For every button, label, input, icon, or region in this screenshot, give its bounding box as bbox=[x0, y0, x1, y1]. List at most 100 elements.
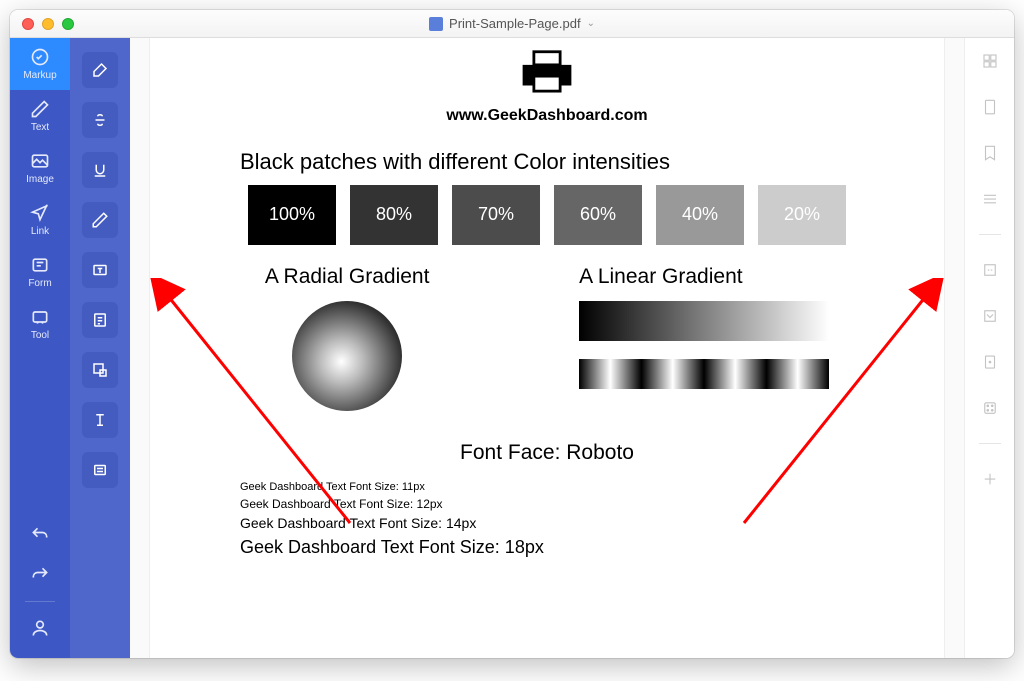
printer-icon bbox=[517, 48, 577, 95]
underline-tool[interactable] bbox=[82, 152, 118, 188]
strikethrough-tool[interactable] bbox=[82, 102, 118, 138]
image-icon bbox=[30, 151, 50, 171]
redo-button[interactable] bbox=[10, 555, 70, 595]
page-content[interactable]: www.GeekDashboard.com Black patches with… bbox=[150, 38, 944, 658]
sidebar-bottom bbox=[10, 515, 70, 658]
textbox-icon bbox=[91, 261, 109, 279]
rail-divider bbox=[979, 443, 1001, 444]
zoom-button[interactable] bbox=[979, 305, 1001, 327]
font-sample-12: Geek Dashboard Text Font Size: 12px bbox=[240, 495, 904, 513]
page-gutter-left bbox=[130, 38, 150, 658]
note-icon bbox=[91, 311, 109, 329]
font-samples: Geek Dashboard Text Font Size: 11px Geek… bbox=[240, 479, 904, 562]
fit-page-button[interactable] bbox=[979, 259, 1001, 281]
form-icon bbox=[30, 255, 50, 275]
fit-icon bbox=[981, 261, 999, 279]
plus-icon bbox=[981, 470, 999, 488]
zoom-icon bbox=[981, 307, 999, 325]
sidebar-primary: Markup Text Image Link Form Tool bbox=[10, 38, 70, 658]
undo-icon bbox=[30, 525, 50, 545]
app-body: Markup Text Image Link Form Tool bbox=[10, 38, 1014, 658]
rotate-icon bbox=[981, 353, 999, 371]
page-icon bbox=[981, 98, 999, 116]
stamp-tool[interactable] bbox=[82, 452, 118, 488]
right-rail bbox=[964, 38, 1014, 658]
font-face-title: Font Face: Roboto bbox=[190, 441, 904, 465]
shape-icon bbox=[91, 361, 109, 379]
gradients-row: A Radial Gradient A Linear Gradient bbox=[190, 265, 904, 411]
menu-icon bbox=[981, 190, 999, 208]
linear-gradient-bar-2 bbox=[579, 359, 829, 389]
radial-gradient-circle bbox=[292, 301, 402, 411]
link-icon bbox=[30, 203, 50, 223]
sidebar-item-tool[interactable]: Tool bbox=[10, 298, 70, 350]
pencil-tool[interactable] bbox=[82, 202, 118, 238]
patch-70: 70% bbox=[452, 185, 540, 245]
add-button[interactable] bbox=[979, 468, 1001, 490]
sidebar-label: Tool bbox=[31, 330, 49, 341]
app-window: Print-Sample-Page.pdf ⌄ Markup Text Imag… bbox=[10, 10, 1014, 658]
thumbnails-button[interactable] bbox=[979, 50, 1001, 72]
divider bbox=[25, 601, 55, 602]
page-url: www.GeekDashboard.com bbox=[190, 107, 904, 125]
font-sample-11: Geek Dashboard Text Font Size: 11px bbox=[240, 479, 904, 496]
dots-icon bbox=[981, 399, 999, 417]
linear-title: A Linear Gradient bbox=[579, 265, 829, 289]
undo-button[interactable] bbox=[10, 515, 70, 555]
patch-60: 60% bbox=[554, 185, 642, 245]
radial-gradient-col: A Radial Gradient bbox=[265, 265, 430, 411]
underline-icon bbox=[91, 161, 109, 179]
font-sample-14: Geek Dashboard Text Font Size: 14px bbox=[240, 513, 904, 534]
patch-80: 80% bbox=[350, 185, 438, 245]
patches-title: Black patches with different Color inten… bbox=[240, 149, 904, 175]
sidebar-label: Form bbox=[28, 278, 51, 289]
more-button[interactable] bbox=[979, 397, 1001, 419]
radial-title: A Radial Gradient bbox=[265, 265, 430, 289]
chevron-down-icon[interactable]: ⌄ bbox=[587, 18, 595, 29]
sidebar-item-image[interactable]: Image bbox=[10, 142, 70, 194]
highlight-icon bbox=[91, 61, 109, 79]
shape-tool[interactable] bbox=[82, 352, 118, 388]
linear-gradient-col: A Linear Gradient bbox=[579, 265, 829, 411]
stamp-icon bbox=[91, 461, 109, 479]
page-gutter-right bbox=[944, 38, 964, 658]
file-icon bbox=[429, 17, 443, 31]
highlight-tool[interactable] bbox=[82, 52, 118, 88]
sidebar-label: Image bbox=[26, 174, 54, 185]
sidebar-item-link[interactable]: Link bbox=[10, 194, 70, 246]
sidebar-item-markup[interactable]: Markup bbox=[10, 38, 70, 90]
markup-icon bbox=[30, 47, 50, 67]
pencil-icon bbox=[30, 99, 50, 119]
font-sample-18: Geek Dashboard Text Font Size: 18px bbox=[240, 534, 904, 561]
patch-40: 40% bbox=[656, 185, 744, 245]
sidebar-label: Text bbox=[31, 122, 49, 133]
linear-gradient-bar bbox=[579, 301, 829, 341]
strikethrough-icon bbox=[91, 111, 109, 129]
outline-button[interactable] bbox=[979, 188, 1001, 210]
typewriter-tool[interactable] bbox=[82, 402, 118, 438]
tool-icon bbox=[30, 307, 50, 327]
sidebar-item-form[interactable]: Form bbox=[10, 246, 70, 298]
patches-row: 100% 80% 70% 60% 40% 20% bbox=[190, 185, 904, 245]
bookmark-icon bbox=[981, 144, 999, 162]
patch-20: 20% bbox=[758, 185, 846, 245]
typewriter-icon bbox=[91, 411, 109, 429]
sidebar-item-text[interactable]: Text bbox=[10, 90, 70, 142]
content-area: www.GeekDashboard.com Black patches with… bbox=[130, 38, 964, 658]
rail-divider bbox=[979, 234, 1001, 235]
textbox-tool[interactable] bbox=[82, 252, 118, 288]
bookmark-button[interactable] bbox=[979, 142, 1001, 164]
page-button[interactable] bbox=[979, 96, 1001, 118]
patch-100: 100% bbox=[248, 185, 336, 245]
user-icon bbox=[30, 618, 50, 638]
note-tool[interactable] bbox=[82, 302, 118, 338]
sidebar-label: Link bbox=[31, 226, 49, 237]
sidebar-label: Markup bbox=[23, 70, 56, 81]
window-title-text: Print-Sample-Page.pdf bbox=[449, 16, 581, 31]
profile-button[interactable] bbox=[10, 608, 70, 648]
grid-icon bbox=[981, 52, 999, 70]
rotate-button[interactable] bbox=[979, 351, 1001, 373]
window-title: Print-Sample-Page.pdf ⌄ bbox=[10, 16, 1014, 31]
pencil-icon bbox=[91, 211, 109, 229]
sidebar-secondary bbox=[70, 38, 130, 658]
